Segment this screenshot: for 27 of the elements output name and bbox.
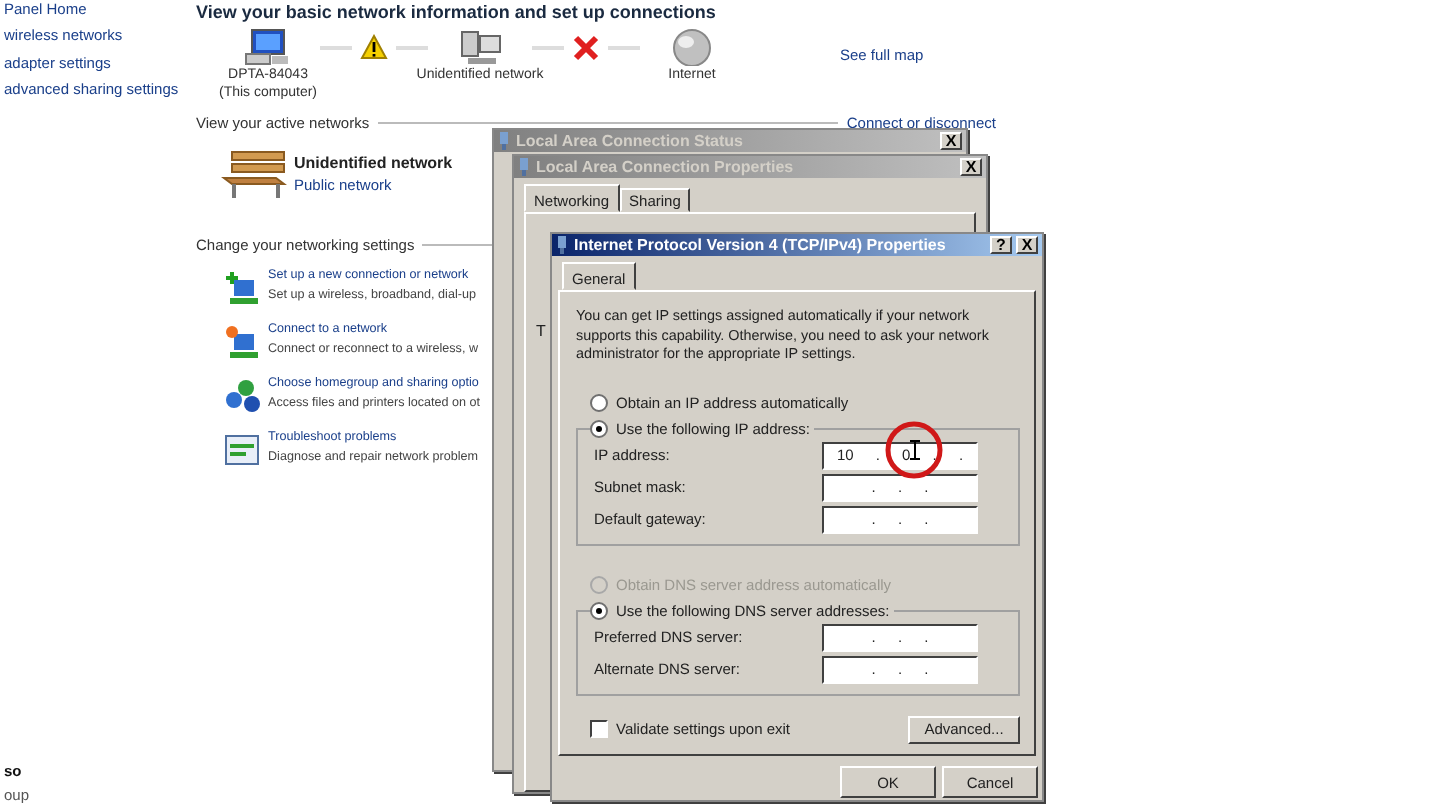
computer-icon (244, 28, 292, 66)
connection-line (608, 45, 640, 49)
warning-icon (360, 33, 388, 61)
network-cable-icon (498, 132, 510, 150)
bench-icon (220, 148, 288, 200)
network-plus-icon (224, 270, 260, 306)
globe-icon (668, 28, 716, 66)
connection-line (396, 45, 428, 49)
close-button[interactable]: X (1016, 236, 1038, 254)
help-button[interactable]: ? (990, 236, 1012, 254)
network-star-icon (224, 324, 260, 360)
network-cable-icon (556, 236, 568, 254)
window-title: Local Area Connection Properties (536, 158, 796, 176)
troubleshoot-icon (224, 432, 260, 468)
network-cable-icon (518, 158, 530, 176)
highlight-circle (884, 420, 944, 480)
network-icon (456, 28, 504, 66)
network-name: Unidentified network (294, 154, 453, 172)
page-title: View your basic network information and set up connections (196, 2, 718, 22)
x-mark-icon (572, 33, 600, 61)
connection-line (320, 45, 352, 49)
window-title: Local Area Connection Status (516, 132, 745, 150)
cut-label: T (536, 322, 546, 342)
people-group-icon (224, 378, 260, 414)
connection-line (532, 45, 564, 49)
window-title: Internet Protocol Version 4 (TCP/IPv4) Properties (574, 236, 948, 254)
text-cursor-icon (910, 440, 920, 460)
